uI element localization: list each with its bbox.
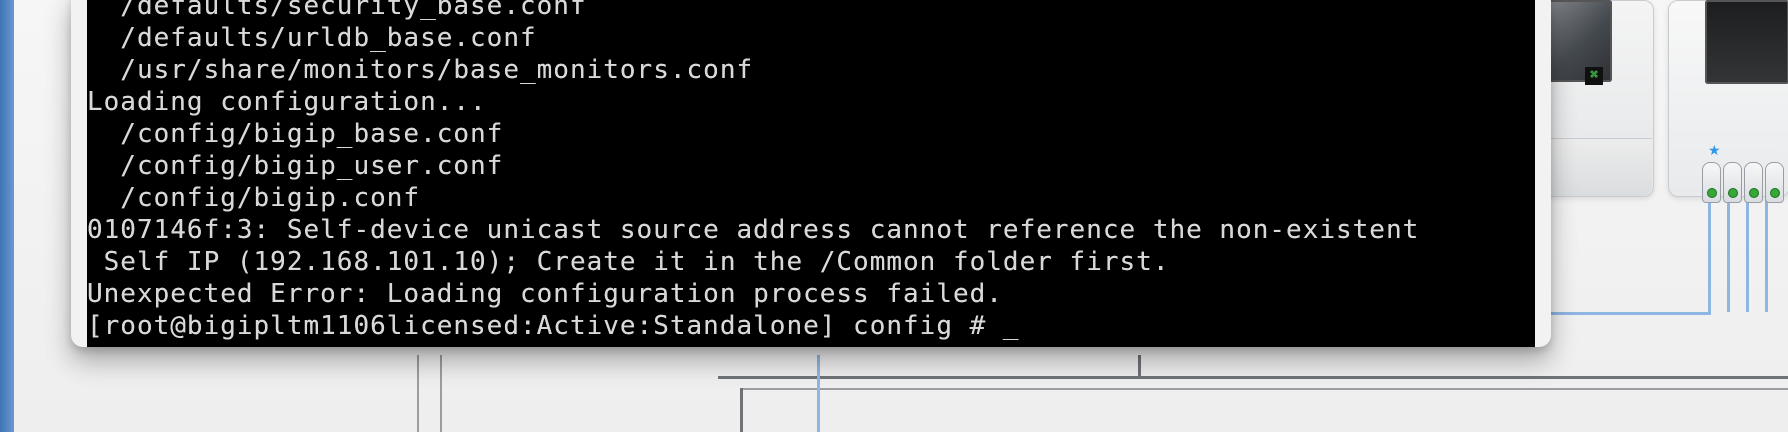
connector-line-vertical-4 (817, 355, 820, 432)
terminal-error-line-1: 0107146f:3: Self-device unicast source a… (87, 215, 1420, 245)
terminal-error-line-3: Unexpected Error: Loading configuration … (87, 279, 1003, 309)
connector-line-blue-vertical-2 (1727, 200, 1730, 312)
connector-line-blue-vertical-1 (1708, 200, 1711, 312)
terminal-window[interactable]: /defaults/security_base.conf /defaults/u… (71, 0, 1551, 347)
terminal-line-5: /config/bigip_base.conf (87, 119, 504, 149)
terminal-line-1: /defaults/security_base.conf (87, 0, 587, 21)
terminal-error-line-2: Self IP (192.168.101.10); Create it in t… (87, 247, 1170, 277)
port-strip (1702, 162, 1784, 203)
terminal-line-4: Loading configuration... (87, 87, 487, 117)
connector-line-blue-horizontal (1551, 312, 1711, 315)
connector-line-vertical-1 (740, 388, 743, 432)
network-port-4[interactable] (1765, 162, 1784, 203)
monitor-indicator-icon: ⌘ (1585, 67, 1603, 85)
connector-line-horizontal-1 (718, 376, 1788, 379)
network-port-2[interactable] (1723, 162, 1742, 203)
connector-line-blue-vertical-4 (1765, 200, 1768, 312)
left-edge-bar (0, 0, 14, 432)
connector-line-vertical-5 (1138, 355, 1141, 379)
connector-line-blue-vertical-3 (1746, 200, 1749, 312)
network-port-1[interactable] (1702, 162, 1721, 203)
port-star-icon: ★ (1708, 143, 1721, 159)
network-port-3[interactable] (1744, 162, 1763, 203)
connector-line-horizontal-2 (740, 388, 1788, 390)
terminal-screen[interactable]: /defaults/security_base.conf /defaults/u… (87, 0, 1535, 347)
terminal-line-6: /config/bigip_user.conf (87, 151, 504, 181)
connector-line-vertical-3 (440, 355, 442, 432)
terminal-line-2: /defaults/urldb_base.conf (87, 23, 537, 53)
terminal-line-3: /usr/share/monitors/base_monitors.conf (87, 55, 754, 85)
node-monitor-preview-right (1705, 0, 1788, 84)
terminal-prompt-line[interactable]: [root@bigipltm1106licensed:Active:Standa… (87, 310, 1020, 342)
connector-line-vertical-2 (417, 355, 419, 432)
terminal-line-7: /config/bigip.conf (87, 183, 421, 213)
